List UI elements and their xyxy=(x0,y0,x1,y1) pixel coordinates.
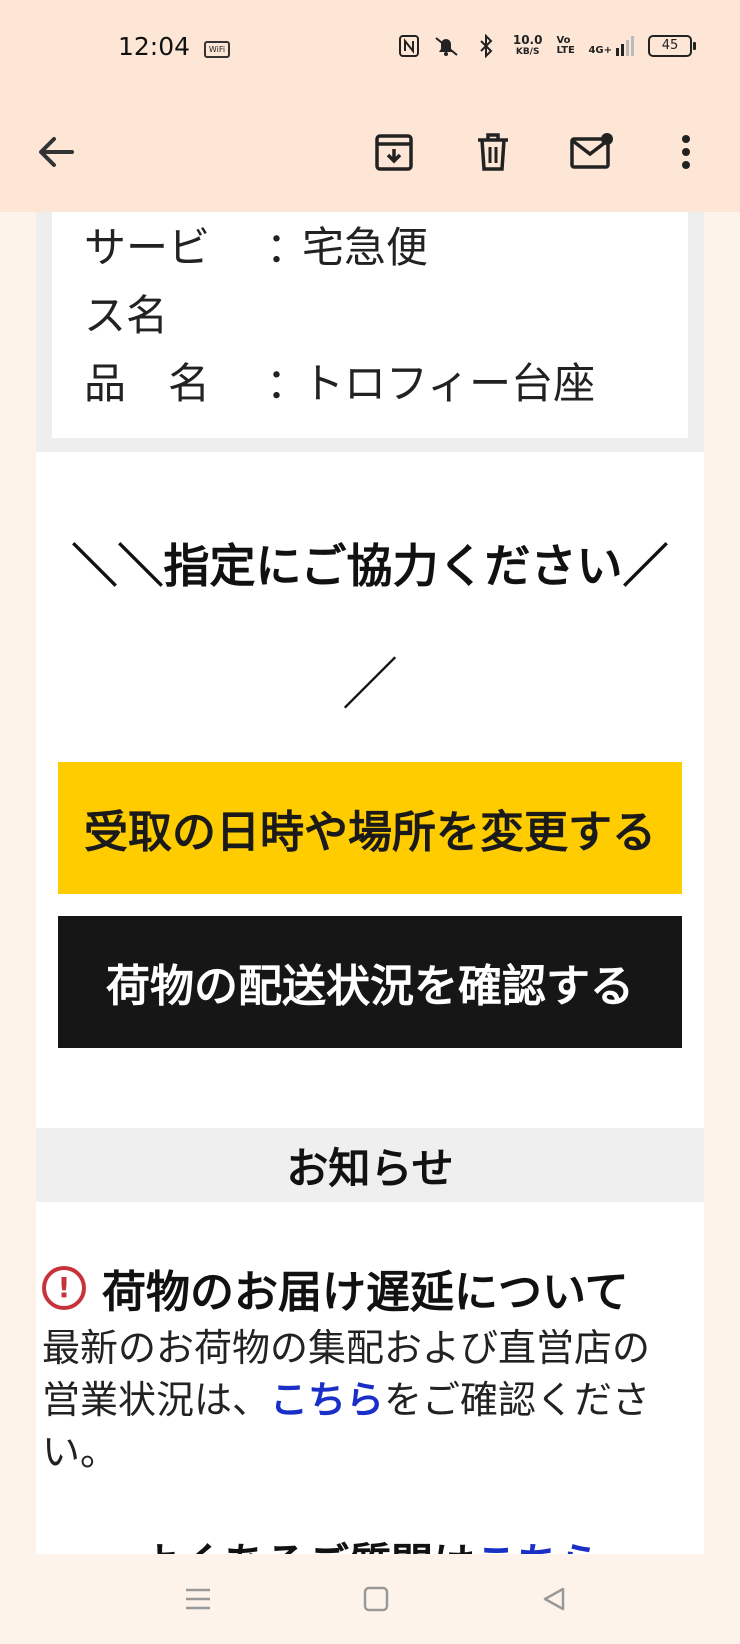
delay-notice-title-text: 荷物のお届け遅延について xyxy=(102,1267,629,1318)
back-button[interactable] xyxy=(26,122,86,182)
archive-button[interactable] xyxy=(364,122,424,182)
check-status-button[interactable]: 荷物の配送状況を確認する xyxy=(58,916,682,1048)
email-toolbar xyxy=(0,100,740,212)
back-triangle-icon xyxy=(543,1587,565,1611)
alert-icon: ! xyxy=(42,1266,86,1310)
status-icons: 10.0 KB/S Vo LTE 4G+ 45 xyxy=(398,34,696,58)
faq-line: よくあるご質問はこちら xyxy=(36,1530,704,1554)
nfc-icon xyxy=(398,35,419,57)
service-value: 宅急便 xyxy=(302,223,429,272)
net-speed-unit: KB/S xyxy=(515,47,540,57)
package-info-inner: サービ ： 宅急便 ス名 品 名 ： トロフィー台座 xyxy=(52,212,688,438)
cooperation-heading: ＼＼指定にご協力ください／ xyxy=(71,539,669,593)
service-label-cont: ス名 xyxy=(84,291,169,340)
network-label: 4G+ xyxy=(588,45,612,56)
bluetooth-icon xyxy=(480,34,493,58)
mute-icon xyxy=(435,37,458,56)
system-nav-bar xyxy=(0,1554,740,1644)
wifi-icon: WiFi xyxy=(204,41,230,58)
status-bar: 12:04 WiFi 10.0 KB/S Vo LTE 4G+ 45 xyxy=(0,0,740,100)
delete-button[interactable] xyxy=(463,122,523,182)
change-delivery-button[interactable]: 受取の日時や場所を変更する xyxy=(58,762,682,894)
cooperation-heading-cont: ／ xyxy=(342,653,398,718)
mark-unread-button[interactable] xyxy=(562,122,622,182)
volte-icon: Vo LTE xyxy=(556,35,575,56)
back-arrow-icon xyxy=(39,137,74,167)
home-button[interactable] xyxy=(356,1582,396,1616)
service-label: サービ xyxy=(84,223,211,272)
email-body[interactable]: サービ ： 宅急便 ス名 品 名 ： トロフィー台座 ＼＼指定にご協力ください／… xyxy=(36,212,704,1554)
net-speed-value: 10.0 xyxy=(512,33,543,47)
faq-link[interactable]: こちら xyxy=(475,1539,601,1554)
faq-text: よくあるご質問は xyxy=(139,1539,475,1554)
clock: 12:04 xyxy=(118,32,191,61)
signal-icon: 4G+ xyxy=(588,36,634,56)
menu-icon xyxy=(186,1588,210,1610)
delay-notice-title: ! 荷物のお届け遅延について xyxy=(42,1256,629,1320)
delete-icon xyxy=(478,133,508,171)
item-value: トロフィー台座 xyxy=(302,359,596,408)
mark-unread-icon xyxy=(570,133,613,169)
battery-icon: 45 xyxy=(648,35,696,57)
net-speed: 10.0 KB/S xyxy=(513,34,543,58)
home-square-icon xyxy=(363,1586,389,1612)
more-options-button[interactable] xyxy=(656,122,716,182)
notice-section-header: お知らせ xyxy=(36,1128,704,1202)
package-info-box: サービ ： 宅急便 ス名 品 名 ： トロフィー台座 xyxy=(36,212,704,452)
back-nav-button[interactable] xyxy=(534,1582,574,1616)
delay-notice-body: 最新のお荷物の集配および直営店の営業状況は、こちらをご確認ください。 xyxy=(42,1322,682,1478)
item-label: 品 名 xyxy=(84,359,211,408)
more-vert-icon xyxy=(682,135,690,169)
recent-apps-button[interactable] xyxy=(178,1582,218,1616)
archive-icon xyxy=(375,134,413,171)
notice-link[interactable]: こちら xyxy=(270,1378,384,1422)
